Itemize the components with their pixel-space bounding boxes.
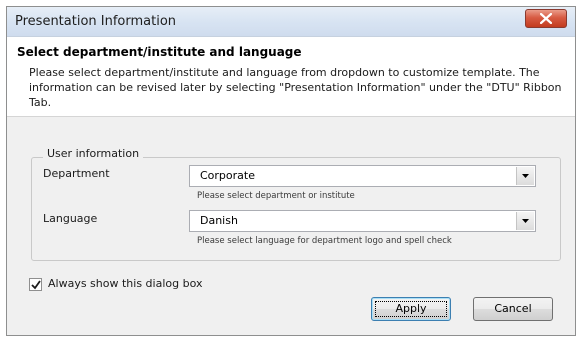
close-icon <box>540 13 552 24</box>
group-legend: User information <box>43 147 144 160</box>
window-title: Presentation Information <box>15 14 177 29</box>
language-hint: Please select language for department lo… <box>197 236 452 246</box>
header-title: Select department/institute and language <box>17 45 302 59</box>
language-value: Danish <box>200 214 238 227</box>
always-show-label[interactable]: Always show this dialog box <box>48 277 202 290</box>
always-show-checkbox[interactable] <box>29 278 42 291</box>
cancel-button[interactable]: Cancel <box>473 297 553 321</box>
chevron-down-icon <box>522 219 529 223</box>
title-bar[interactable]: Presentation Information <box>7 7 575 37</box>
dialog-window: Presentation Information Select departme… <box>6 6 576 336</box>
chevron-down-icon <box>522 174 529 178</box>
language-dropdown[interactable]: Danish <box>189 210 536 232</box>
checkmark-icon <box>31 280 41 290</box>
cancel-button-label: Cancel <box>494 302 532 315</box>
department-dropdown[interactable]: Corporate <box>189 165 536 187</box>
department-value: Corporate <box>200 169 255 182</box>
close-button[interactable] <box>525 9 567 28</box>
department-label: Department <box>43 167 110 180</box>
apply-button-label: Apply <box>395 302 427 315</box>
language-label: Language <box>43 212 98 225</box>
department-dropdown-arrow[interactable] <box>516 167 534 185</box>
department-hint: Please select department or institute <box>197 191 355 201</box>
apply-button[interactable]: Apply <box>371 297 451 321</box>
dialog-header: Select department/institute and language… <box>7 37 575 117</box>
language-dropdown-arrow[interactable] <box>516 212 534 230</box>
header-description: Please select department/institute and l… <box>29 66 562 109</box>
